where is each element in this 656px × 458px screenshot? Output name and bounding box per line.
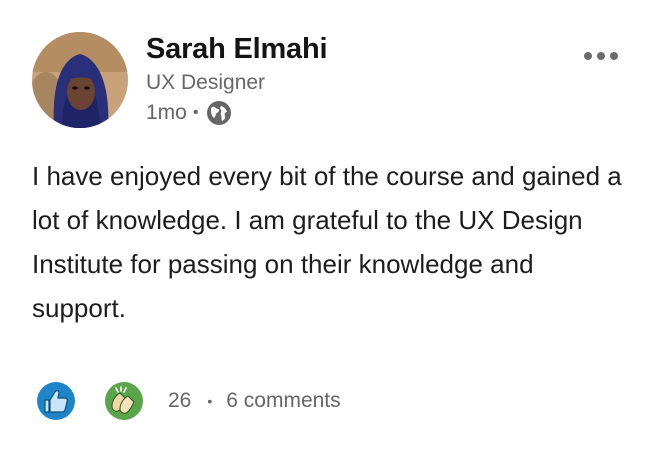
comments-count-link[interactable]: 6 comments xyxy=(226,389,340,413)
like-icon[interactable] xyxy=(34,379,78,423)
author-avatar[interactable] xyxy=(32,32,128,128)
post-body-text: I have enjoyed every bit of the course a… xyxy=(32,161,622,323)
author-headline: UX Designer xyxy=(146,71,266,94)
globe-icon xyxy=(206,100,232,126)
ellipsis-icon xyxy=(584,52,592,60)
post-time: 1mo xyxy=(146,101,187,124)
celebrate-icon[interactable] xyxy=(102,379,146,423)
social-counts: 26 • 6 comments xyxy=(34,378,341,424)
ellipsis-dot xyxy=(597,52,605,60)
author-name[interactable]: Sarah Elmahi xyxy=(146,33,328,66)
avatar-photo-icon xyxy=(32,32,128,128)
ellipsis-dot xyxy=(610,52,618,60)
reaction-count[interactable]: 26 xyxy=(168,389,191,413)
meta-separator: • xyxy=(192,104,199,121)
more-options-button[interactable] xyxy=(576,44,626,68)
post-meta: 1mo • xyxy=(146,99,232,127)
social-separator: • xyxy=(207,393,213,409)
post-card: Sarah Elmahi UX Designer 1mo • I have en… xyxy=(0,0,656,458)
